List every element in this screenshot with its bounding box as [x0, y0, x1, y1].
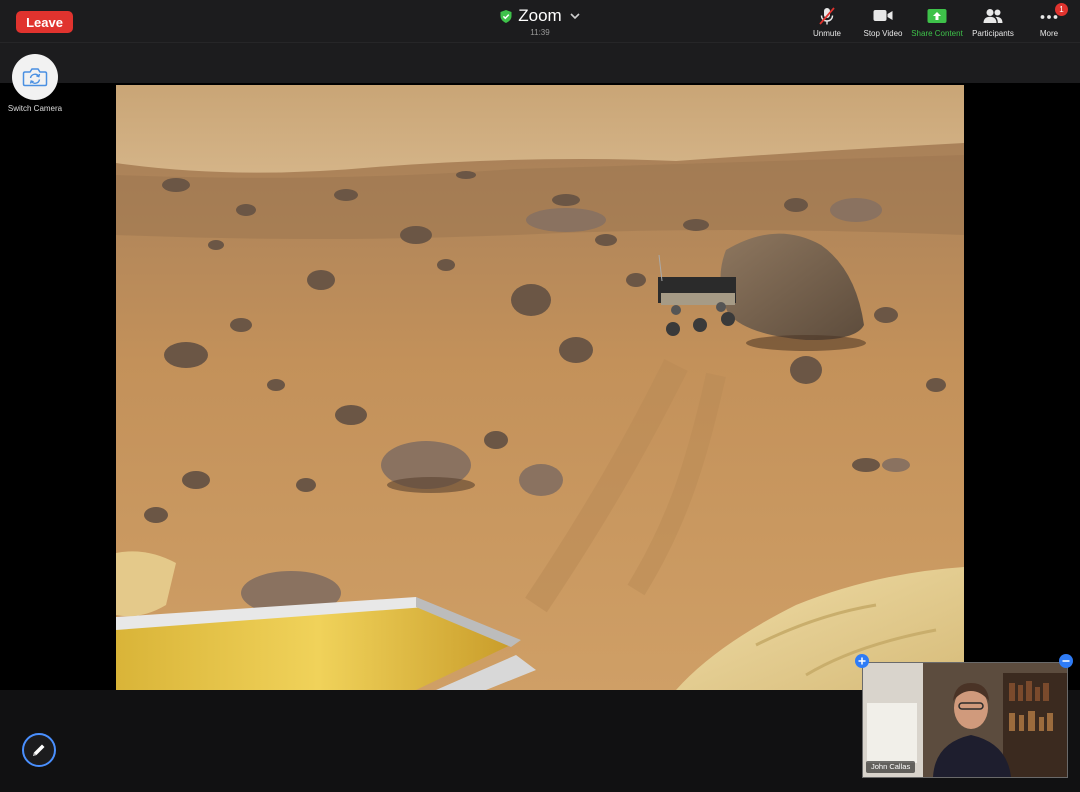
minus-icon	[1062, 660, 1070, 662]
unmute-label: Unmute	[812, 29, 841, 38]
top-bar: Leave Zoom 11:39 Unmute Stop Video Share…	[0, 0, 1080, 43]
shared-screen	[116, 85, 964, 690]
meeting-title-area[interactable]: Zoom 11:39	[380, 6, 700, 37]
unmute-button[interactable]: Unmute	[796, 4, 858, 40]
participants-label: Participants	[972, 29, 1014, 38]
muted-microphone-icon	[819, 7, 835, 25]
more-label: More	[1039, 29, 1059, 38]
participant-video-image	[863, 663, 1067, 777]
mars-landscape-image	[116, 85, 964, 690]
pencil-icon	[33, 744, 45, 756]
leave-button[interactable]: Leave	[16, 11, 73, 33]
switch-camera-icon	[22, 68, 48, 87]
share-content-button[interactable]: Share Content	[906, 4, 968, 40]
stop-video-button[interactable]: Stop Video	[852, 4, 914, 40]
share-content-label: Share Content	[911, 29, 963, 38]
app-title: Zoom	[518, 6, 562, 25]
participant-name-tag: John Callas	[866, 761, 916, 773]
switch-camera-label: Switch Camera	[7, 104, 63, 113]
minimize-tile-button[interactable]	[1059, 654, 1073, 668]
stop-video-label: Stop Video	[863, 29, 903, 38]
annotate-button[interactable]	[22, 733, 56, 767]
expand-tile-button[interactable]	[855, 654, 869, 668]
plus-icon	[858, 657, 866, 665]
switch-camera-button[interactable]	[12, 54, 58, 100]
secondary-bar	[0, 43, 1080, 83]
more-button[interactable]: 1 More	[1018, 3, 1080, 40]
shield-check-icon	[500, 9, 512, 23]
chevron-down-icon[interactable]	[570, 12, 580, 20]
video-camera-icon	[873, 10, 893, 21]
notification-badge: 1	[1055, 3, 1068, 16]
participants-icon	[983, 9, 1003, 23]
share-screen-icon	[927, 9, 947, 23]
meeting-time: 11:39	[530, 28, 550, 37]
participants-button[interactable]: Participants	[962, 4, 1024, 40]
